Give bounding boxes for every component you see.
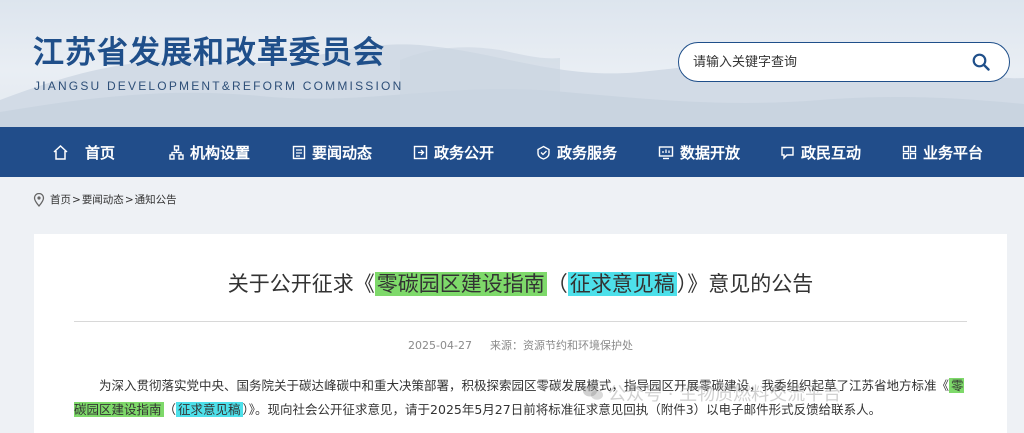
location-pin-icon	[33, 192, 45, 207]
nav-item-data[interactable]: 数据开放	[658, 127, 740, 177]
nav-item-label: 首页	[85, 143, 116, 162]
service-icon	[537, 145, 550, 160]
body-text: （	[163, 402, 177, 417]
grid-icon	[902, 145, 917, 159]
nav-item-open-govt[interactable]: 政务公开	[413, 127, 494, 177]
open-govt-icon	[413, 145, 428, 159]
search-input[interactable]	[693, 54, 961, 70]
article-body: 为深入贯彻落实党中央、国务院关于碳达峰碳中和重大决策部署，积极探索园区零碳发展模…	[74, 374, 974, 422]
article-source: 来源：资源节约和环境保护处	[489, 339, 633, 352]
home-icon	[53, 144, 68, 160]
nav-item-label: 机构设置	[190, 143, 251, 162]
nav-item-org[interactable]: 机构设置	[169, 127, 250, 177]
title-divider	[74, 321, 967, 322]
publish-date: 2025-04-27	[408, 339, 472, 352]
site-header: 江苏省发展和改革委员会 JIANGSU DEVELOPMENT&REFORM C…	[0, 0, 1024, 127]
site-subtitle: JIANGSU DEVELOPMENT&REFORM COMMISSION	[34, 79, 404, 93]
title-text: （	[546, 272, 568, 296]
nav-item-label: 政务公开	[434, 143, 495, 162]
title-text: ）》意见的公告	[676, 272, 814, 296]
breadcrumb-news[interactable]: 要闻动态	[82, 192, 124, 207]
nav-item-label: 政务服务	[557, 143, 618, 162]
body-text: ）》。现向社会公开征求意见，请于2025年5月27日前将标准征求意见回执（附件3…	[242, 402, 882, 417]
body-text: 准《	[924, 378, 950, 393]
body-paragraph: 为深入贯彻落实党中央、国务院关于碳达峰碳中和重大决策部署，积极探索园区零碳发展模…	[74, 374, 974, 422]
main-nav: 首页 机构设置 要闻动态 政务公开 政务服务 数据开放 政民互动 业务平台	[0, 127, 1024, 177]
article-meta: 2025-04-27 来源：资源节约和环境保护处	[34, 337, 1007, 353]
breadcrumb: 首页 > 要闻动态 > 通知公告	[33, 192, 177, 207]
data-icon	[658, 145, 674, 159]
nav-item-label: 政民互动	[801, 143, 862, 162]
nav-item-label: 业务平台	[923, 143, 984, 162]
body-highlight: 征求意见稿	[176, 402, 243, 417]
nav-item-label: 数据开放	[680, 143, 741, 162]
news-icon	[292, 145, 306, 159]
title-highlight: 征求意见稿	[567, 272, 677, 296]
nav-item-interaction[interactable]: 政民互动	[780, 127, 861, 177]
chat-icon	[781, 146, 794, 160]
nav-item-home[interactable]: 首页	[52, 127, 115, 177]
article-card: 关于公开征求《零碳园区建设指南（征求意见稿）》意见的公告 2025-04-27 来…	[34, 234, 1007, 433]
breadcrumb-home[interactable]: 首页	[50, 192, 71, 207]
article-title: 关于公开征求《零碳园区建设指南（征求意见稿）》意见的公告	[34, 268, 1007, 298]
body-text: 为深入贯彻落实党中央、国务院关于碳达峰碳中和重大决策部署，积极探索园区零碳发展模…	[99, 378, 925, 393]
breadcrumb-separator: >	[124, 193, 134, 206]
search-button[interactable]	[961, 44, 1001, 80]
search-icon	[972, 53, 990, 71]
nav-item-news[interactable]: 要闻动态	[292, 127, 372, 177]
nav-item-service[interactable]: 政务服务	[536, 127, 617, 177]
search-box	[678, 42, 1010, 82]
breadcrumb-separator: >	[72, 193, 81, 206]
org-chart-icon	[169, 144, 184, 160]
site-title[interactable]: 江苏省发展和改革委员会	[33, 27, 385, 72]
breadcrumb-notices[interactable]: 通知公告	[135, 192, 177, 207]
title-text: 关于公开征求《	[227, 272, 375, 296]
nav-item-label: 要闻动态	[312, 143, 373, 162]
nav-item-platform[interactable]: 业务平台	[902, 127, 983, 177]
title-highlight: 零碳园区建设指南	[374, 272, 547, 296]
